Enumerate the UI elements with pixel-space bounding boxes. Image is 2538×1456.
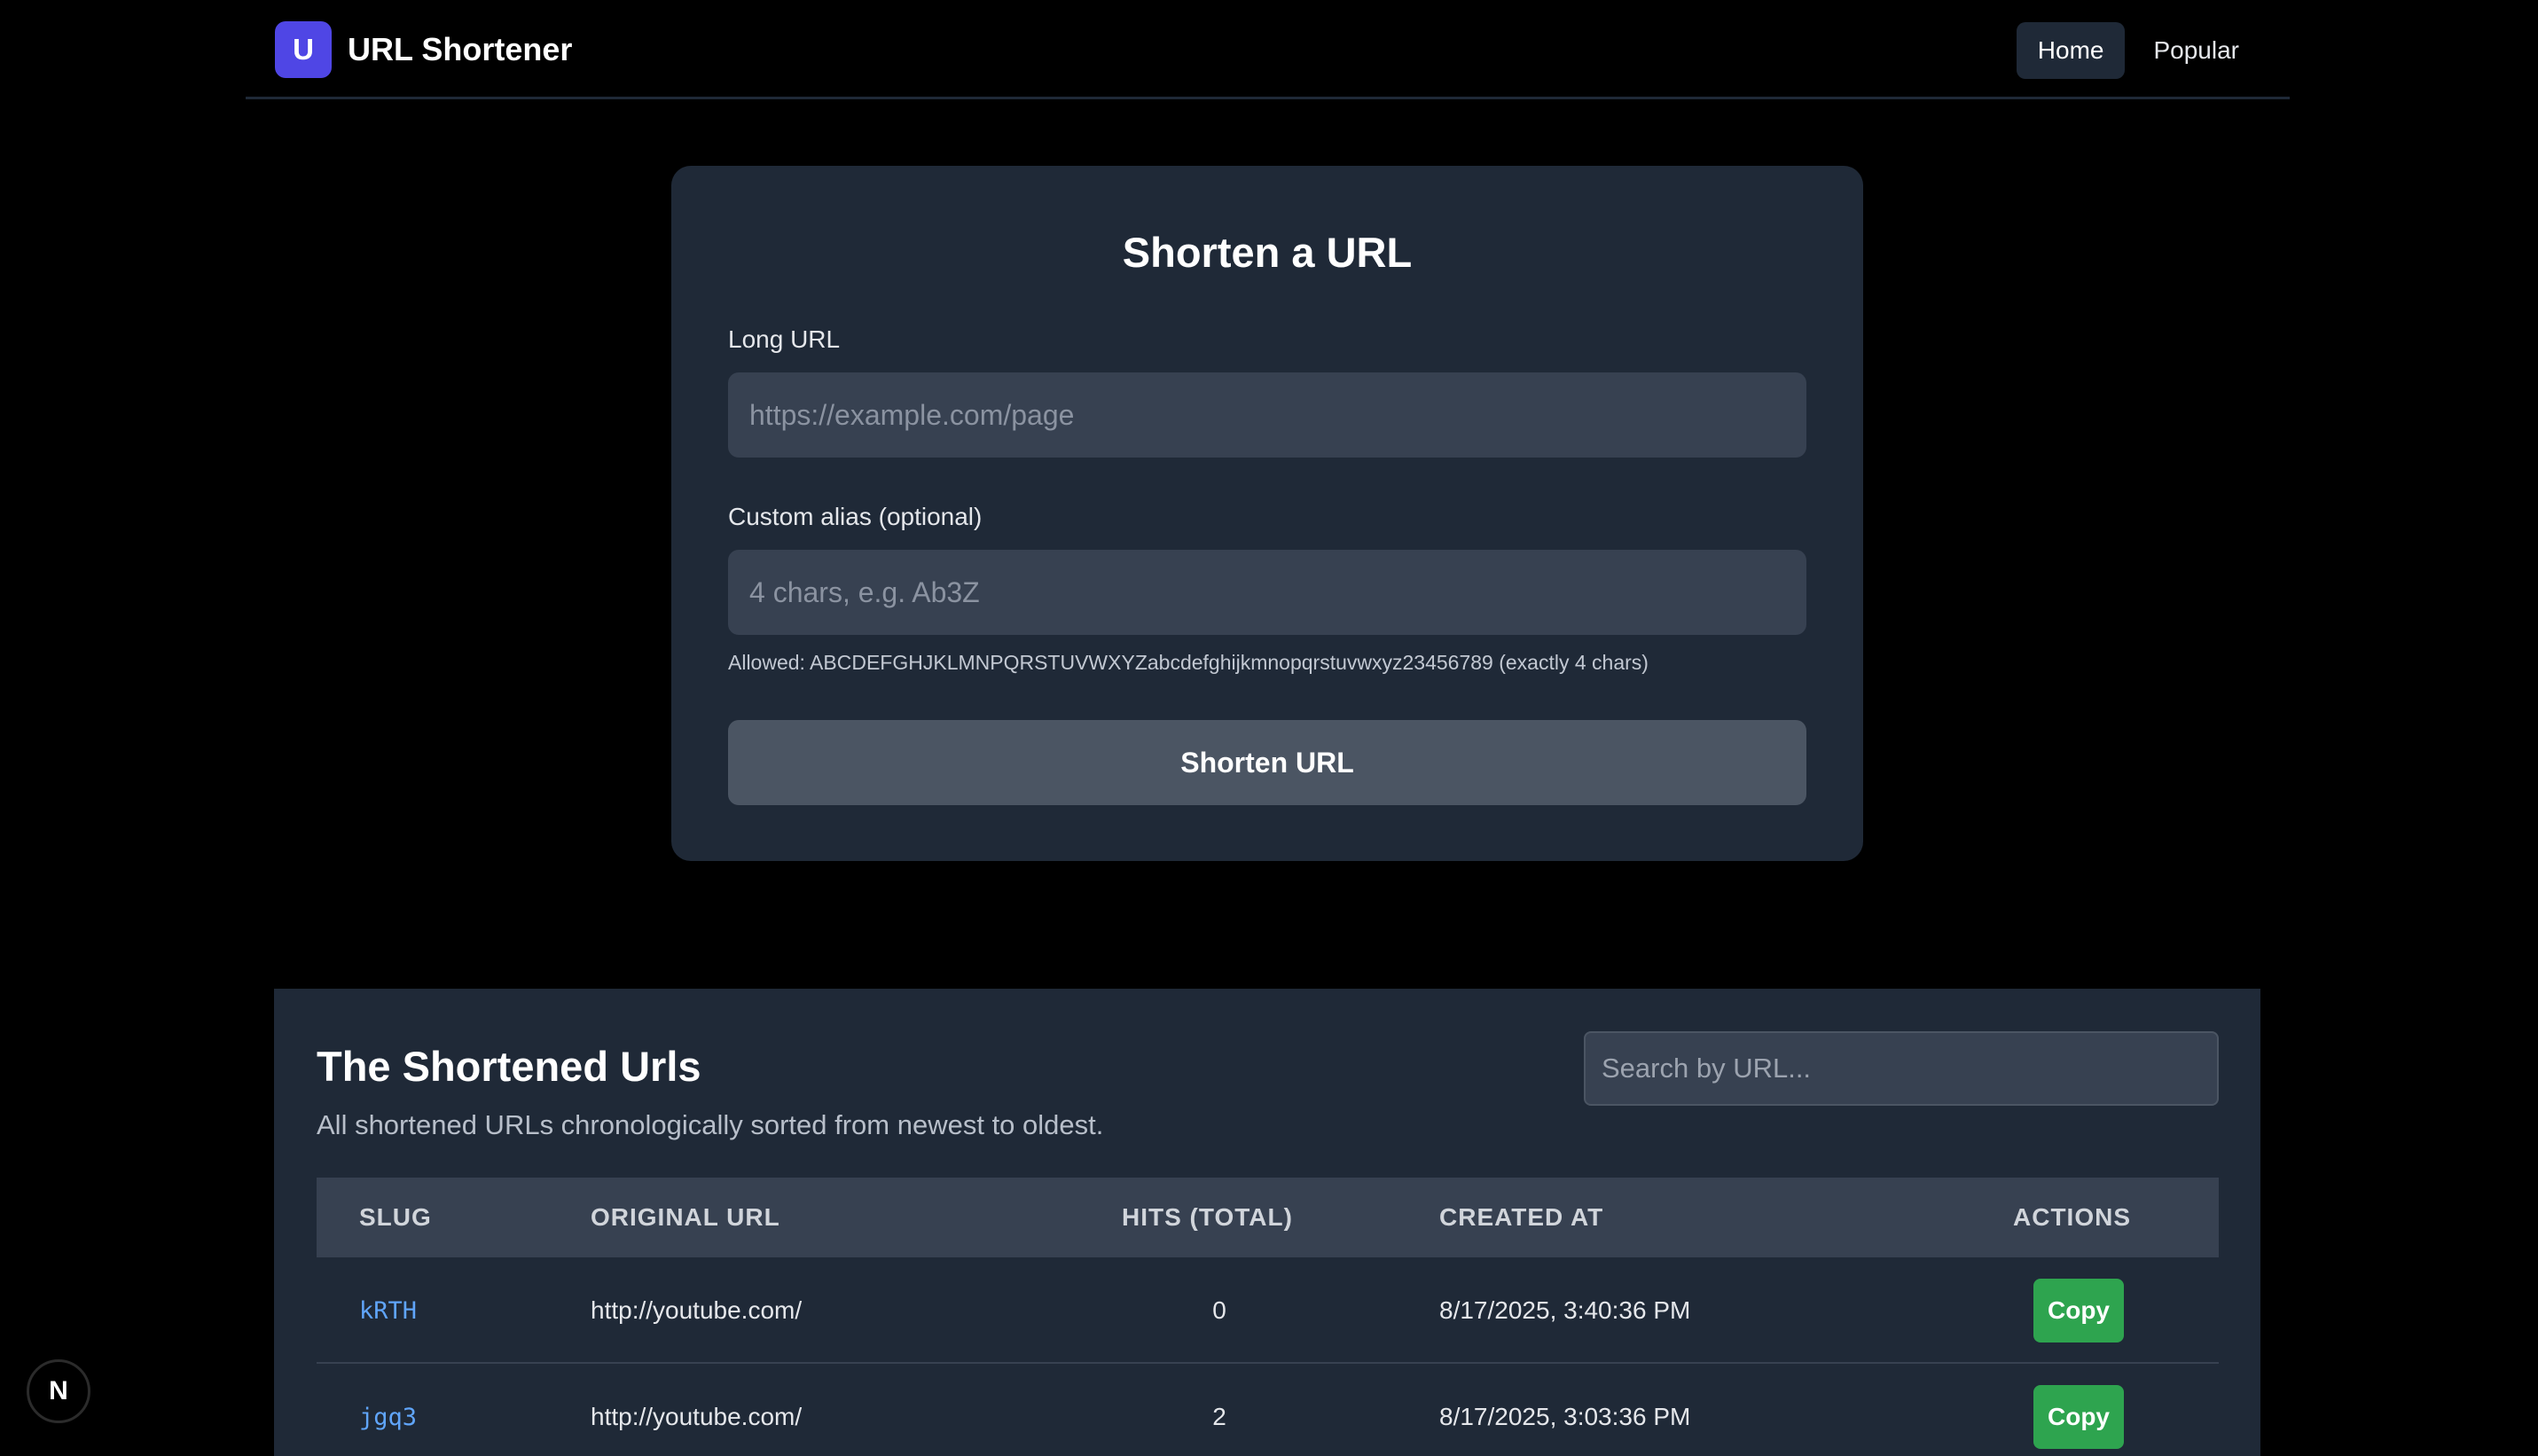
copy-button[interactable]: Copy: [2033, 1279, 2124, 1342]
created-at-cell: 8/17/2025, 3:40:36 PM: [1439, 1296, 1691, 1324]
slug-link[interactable]: kRTH: [359, 1257, 417, 1364]
shorten-url-button[interactable]: Shorten URL: [728, 720, 1806, 805]
section-title: The Shortened Urls: [317, 1043, 701, 1090]
hits-cell: 0: [1212, 1296, 1226, 1324]
nav-link-popular[interactable]: Popular: [2132, 22, 2260, 79]
column-header-created-at: CREATED AT: [1439, 1203, 1604, 1231]
section-subtitle: All shortened URLs chronologically sorte…: [317, 1109, 1104, 1140]
table-row: jgq3 http://youtube.com/ 2 8/17/2025, 3:…: [317, 1364, 2219, 1456]
column-header-original-url: ORIGINAL URL: [591, 1203, 780, 1231]
nav-link-home[interactable]: Home: [2016, 22, 2126, 79]
brand[interactable]: U URL Shortener: [275, 21, 572, 78]
column-header-hits: HITS (TOTAL): [1122, 1203, 1293, 1231]
next-dev-badge-icon[interactable]: N: [27, 1359, 90, 1423]
form-title: Shorten a URL: [1122, 229, 1413, 276]
shortened-urls-section: The Shortened Urls All shortened URLs ch…: [274, 989, 2260, 1456]
table-row: kRTH http://youtube.com/ 0 8/17/2025, 3:…: [317, 1257, 2219, 1364]
alias-input[interactable]: 4 chars, e.g. Ab3Z: [728, 550, 1806, 635]
urls-table: SLUG ORIGINAL URL HITS (TOTAL) CREATED A…: [317, 1178, 2219, 1456]
nav-links: Home Popular: [2009, 22, 2260, 79]
hits-cell: 2: [1212, 1403, 1226, 1430]
table-header: SLUG ORIGINAL URL HITS (TOTAL) CREATED A…: [317, 1178, 2219, 1257]
brand-logo: U: [275, 21, 332, 78]
column-header-slug: SLUG: [359, 1203, 432, 1231]
long-url-label: Long URL: [728, 325, 841, 353]
shorten-form-card: Shorten a URL Long URL https://example.c…: [671, 166, 1863, 861]
original-url-cell: http://youtube.com/: [591, 1403, 803, 1430]
original-url-cell: http://youtube.com/: [591, 1296, 803, 1324]
created-at-cell: 8/17/2025, 3:03:36 PM: [1439, 1403, 1691, 1430]
actions-cell: Copy: [2033, 1364, 2124, 1456]
search-input[interactable]: Search by URL...: [1584, 1031, 2219, 1106]
long-url-input[interactable]: https://example.com/page: [728, 372, 1806, 458]
slug-link[interactable]: jgq3: [359, 1364, 417, 1456]
alias-label: Custom alias (optional): [728, 503, 983, 530]
copy-button[interactable]: Copy: [2033, 1385, 2124, 1449]
app-name: URL Shortener: [348, 31, 573, 67]
top-navbar: U URL Shortener Home Popular: [246, 0, 2290, 99]
column-header-actions: ACTIONS: [2013, 1203, 2131, 1231]
alias-helper-text: Allowed: ABCDEFGHJKLMNPQRSTUVWXYZabcdefg…: [728, 651, 1649, 674]
page: U URL Shortener Home Popular Shorten a U…: [0, 0, 2538, 1456]
actions-cell: Copy: [2033, 1257, 2124, 1364]
